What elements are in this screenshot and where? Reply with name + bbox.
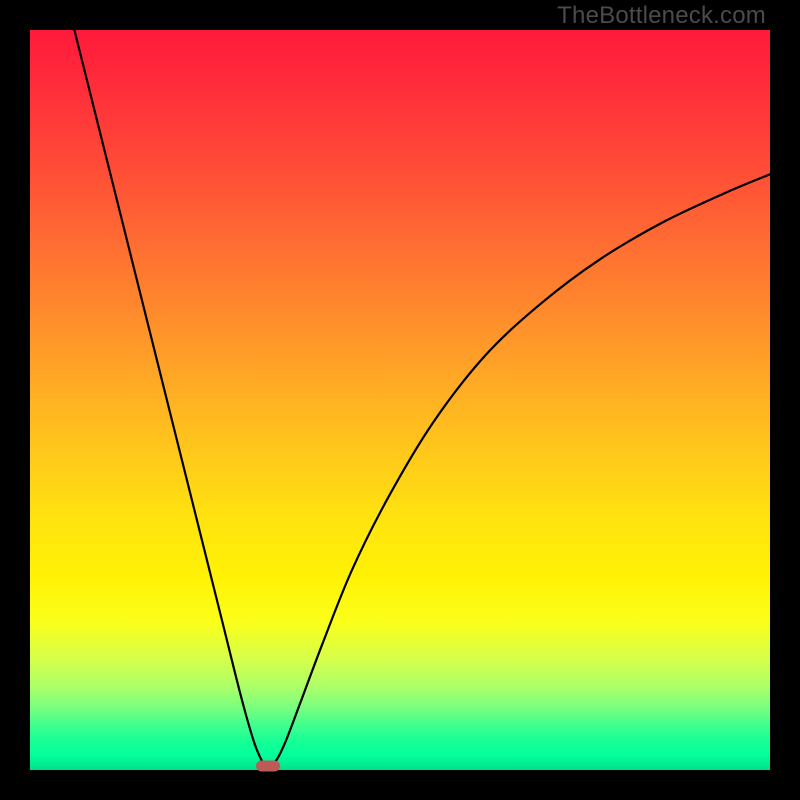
plot-area (30, 30, 770, 770)
watermark-text: TheBottleneck.com (557, 2, 766, 30)
line-curve (30, 30, 770, 770)
minimum-marker (256, 761, 280, 772)
curve-path (74, 30, 770, 766)
